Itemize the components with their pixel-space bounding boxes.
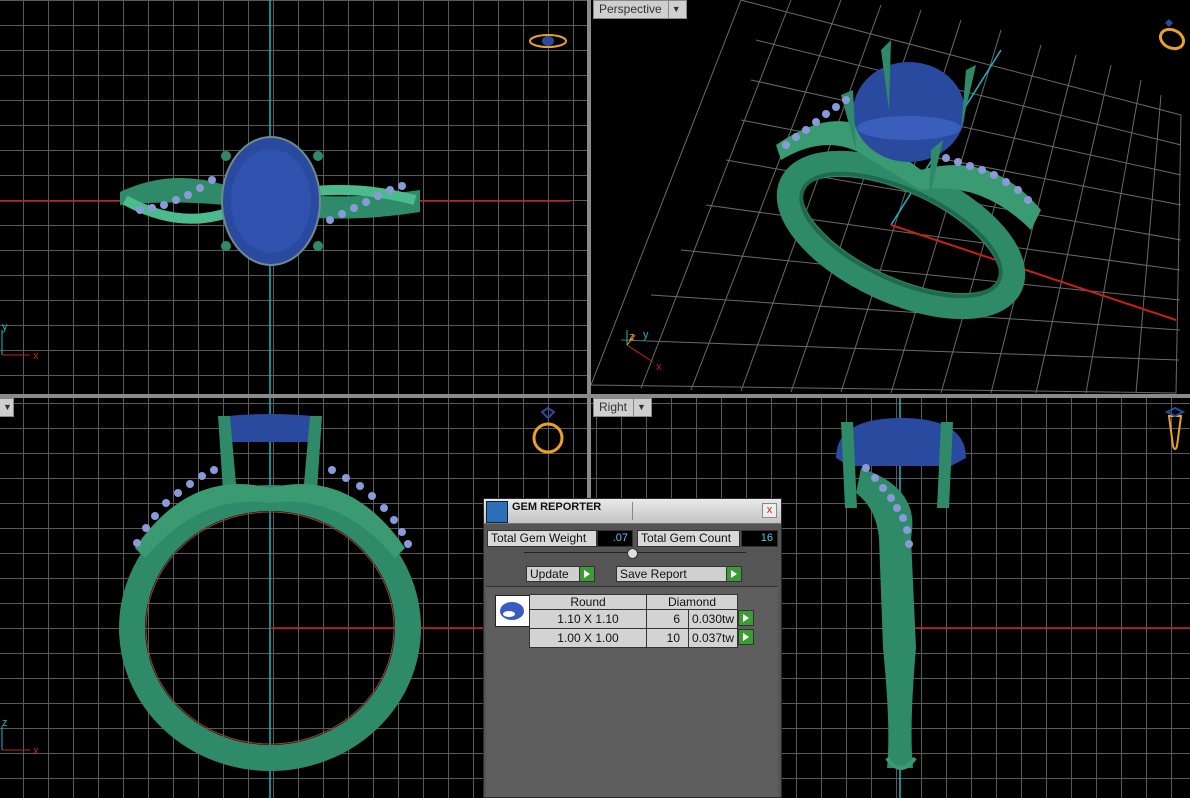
save-report-button-label: Save Report [620,567,687,581]
divider [632,502,633,520]
gem-table: Round Diamond 1.10 X 1.10 6 0.030tw 1.00… [529,594,759,648]
ring-top-icon[interactable] [528,30,568,52]
shape-header: Round [529,594,647,610]
front-axis-z: z [2,717,8,729]
viewport-label-front[interactable]: ▼ [0,398,14,417]
gem-list-icon[interactable] [495,595,530,627]
save-report-button[interactable]: Save Report [616,566,742,582]
close-icon[interactable]: x [762,503,777,518]
gem-count: 6 [646,609,689,629]
total-gem-count-value: 16 [741,530,778,547]
gem-size: 1.10 X 1.10 [529,609,647,629]
splitter-handle[interactable] [627,548,638,559]
viewport-label-right[interactable]: Right ▼ [593,398,652,417]
front-axis-x: x [33,745,39,757]
update-button[interactable]: Update [526,566,595,582]
gem-size: 1.00 X 1.00 [529,628,647,648]
viewport-label-perspective[interactable]: Perspective ▼ [593,0,687,19]
ring-front-icon[interactable] [528,406,568,456]
axis-x-label: x [33,350,39,362]
chevron-down-icon[interactable]: ▼ [667,1,681,18]
gem-reporter-title: GEM REPORTER [512,501,602,513]
viewport-perspective[interactable]: x y z Perspective ▼ [591,0,1190,394]
gem-count: 10 [646,628,689,648]
gem-reporter-titlebar[interactable]: GEM REPORTER x [484,499,781,524]
ring-side-icon[interactable] [1163,406,1187,460]
persp-axis-y: y [643,329,649,341]
total-gem-weight-label: Total Gem Weight [487,530,597,547]
gem-list-panel: Round Diamond 1.10 X 1.10 6 0.030tw 1.00… [486,586,778,797]
total-gem-weight-value: .07 [597,530,633,547]
play-icon[interactable] [579,566,595,582]
gem-weight: 0.037tw [687,628,739,648]
material-header: Diamond [645,594,739,610]
top-view-scene: x y [0,0,570,394]
table-row[interactable]: 1.00 X 1.00 10 0.037tw [529,628,759,648]
table-row[interactable]: 1.10 X 1.10 6 0.030tw [529,609,759,629]
update-button-label: Update [530,567,569,581]
ring-persp-icon[interactable] [1157,15,1187,55]
chevron-down-icon[interactable]: ▼ [0,399,12,416]
chevron-down-icon[interactable]: ▼ [633,399,646,416]
viewport-top[interactable]: x y [0,0,587,394]
persp-axis-x: x [656,361,662,373]
play-icon[interactable] [738,628,755,645]
viewport-label-text: Perspective [599,2,662,16]
gem-weight: 0.030tw [687,609,739,629]
gem-reporter-window[interactable]: GEM REPORTER x Total Gem Weight .07 Tota… [483,498,782,798]
viewport-label-text: Right [599,400,628,414]
perspective-scene: x y z [591,0,1182,394]
play-icon[interactable] [738,609,755,626]
persp-axis-z: z [629,331,635,343]
total-gem-count-label: Total Gem Count [637,530,740,547]
axis-y-label: y [2,321,8,333]
play-icon[interactable] [726,566,742,582]
gem-reporter-logo-icon [486,501,508,523]
